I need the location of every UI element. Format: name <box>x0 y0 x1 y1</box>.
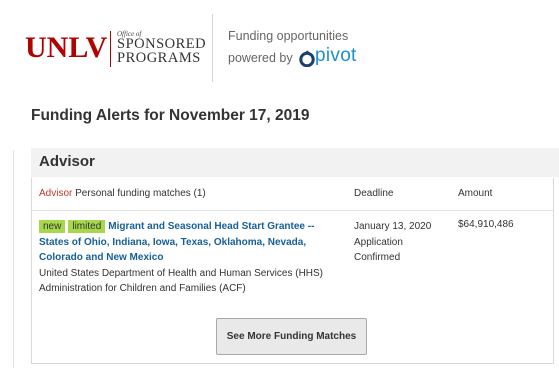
amount-column-header: Amount <box>458 188 493 199</box>
logo-divider <box>110 31 111 67</box>
deadline-status: Confirmed <box>354 252 401 263</box>
deadline-cell: January 13, 2020 Application Confirmed <box>354 219 431 266</box>
personal-matches-header: Advisor Personal funding matches (1) <box>39 188 206 199</box>
sponsor-name: United States Department of Health and H… <box>39 267 324 279</box>
logo-programs: PROGRAMS <box>117 50 201 66</box>
header-separator <box>212 14 213 82</box>
powered-line-1: Funding opportunities <box>228 29 349 43</box>
deadline-column-header: Deadline <box>354 188 394 199</box>
page-header: UNLV Office of SPONSORED PROGRAMS Fundin… <box>0 0 559 95</box>
sponsor-subagency: Administration for Children and Families… <box>39 283 246 294</box>
unlv-logo-wordmark: UNLV <box>25 31 108 64</box>
new-badge: new <box>39 220 66 233</box>
page-title: Funding Alerts for November 17, 2019 <box>31 107 310 124</box>
amount-cell: $64,910,486 <box>458 219 514 230</box>
advisor-keyword: Advisor <box>39 188 73 199</box>
limited-badge: limited <box>68 220 106 233</box>
see-more-matches-button[interactable]: See More Funding Matches <box>216 318 367 355</box>
personal-matches-label: Personal funding matches (1) <box>72 188 206 199</box>
deadline-date: January 13, 2020 <box>354 221 432 232</box>
advisor-section-title: Advisor <box>39 153 95 170</box>
powered-line-2: powered by <box>228 51 293 65</box>
pivot-brand: pivot <box>315 45 357 66</box>
deadline-type: Application <box>354 236 403 248</box>
advisor-section-header <box>31 148 559 177</box>
funding-match-row: new limited Migrant and Seasonal Head Star… <box>39 219 344 297</box>
left-rule <box>13 150 14 368</box>
